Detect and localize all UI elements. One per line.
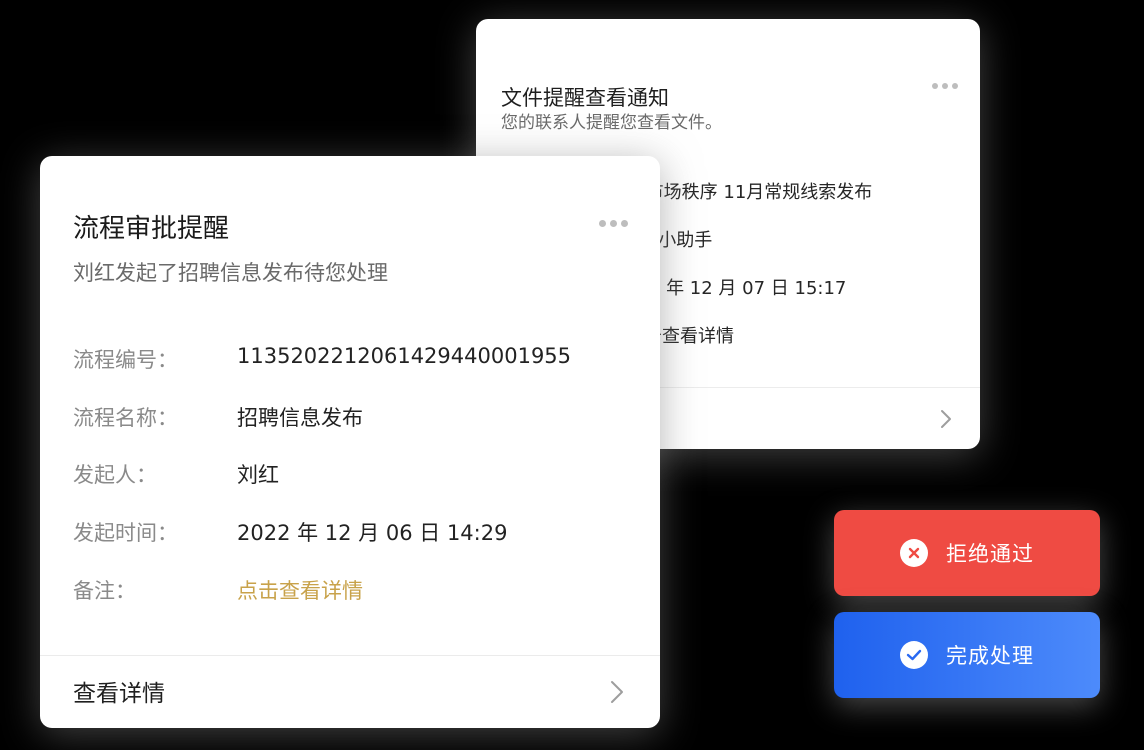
field-label-process-number: 流程编号： (73, 348, 178, 372)
field-label-start-time: 发起时间： (73, 521, 178, 545)
complete-button-label: 完成处理 (946, 644, 1034, 668)
field-value-process-name: 招聘信息发布 (237, 406, 363, 430)
approval-reminder-card: 流程审批提醒 刘红发起了招聘信息发布待您处理 流程编号： 11352022120… (40, 156, 660, 728)
complete-button[interactable]: 完成处理 (834, 612, 1100, 698)
close-circle-icon (900, 539, 928, 567)
field-value-initiator: 刘红 (237, 463, 279, 487)
check-circle-icon (900, 641, 928, 669)
field-value-process-number: 1135202212061429440001955 (237, 344, 572, 368)
chevron-right-icon (610, 680, 624, 708)
field-label-remark: 备注： (73, 579, 136, 603)
file-card-row-title: G 市场秩序 11月常规线索发布 (626, 182, 873, 203)
approval-card-subtitle: 刘红发起了招聘信息发布待您处理 (73, 261, 388, 285)
view-details-link[interactable]: 点击查看详情 (237, 575, 363, 605)
file-card-subtitle: 您的联系人提醒您查看文件。 (501, 113, 722, 133)
reject-button[interactable]: 拒绝通过 (834, 510, 1100, 596)
chevron-right-icon[interactable] (940, 409, 952, 433)
field-label-initiator: 发起人： (73, 463, 157, 487)
view-details-row[interactable]: 查看详情 (40, 656, 660, 728)
reject-button-label: 拒绝通过 (946, 542, 1034, 566)
more-dots-icon[interactable] (595, 212, 628, 231)
approval-card-title: 流程审批提醒 (73, 214, 230, 244)
field-label-process-name: 流程名称： (73, 406, 178, 430)
view-details-label: 查看详情 (73, 681, 165, 707)
more-dots-icon[interactable] (928, 74, 958, 93)
field-value-start-time: 2022 年 12 月 06 日 14:29 (237, 521, 508, 545)
